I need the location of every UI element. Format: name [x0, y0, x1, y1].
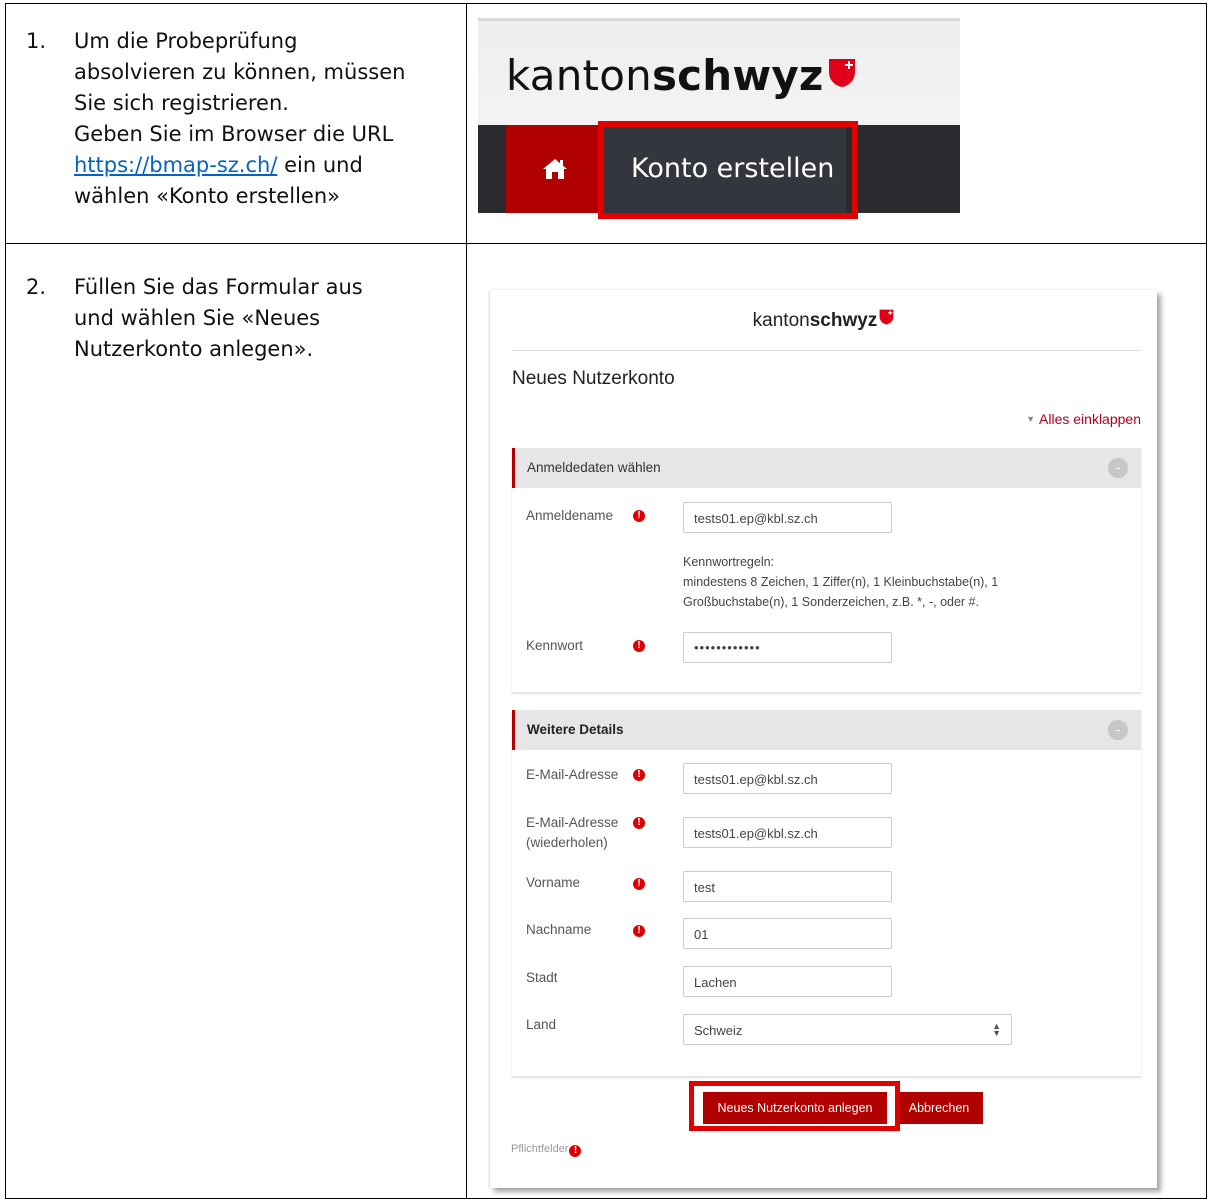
logo-text-regular: kanton — [506, 51, 652, 100]
form-screenshot: kantonschwyz Neues Nutzerkonto ▼ Alles ei… — [490, 290, 1157, 1188]
caret-down-icon: ▼ — [1026, 414, 1036, 424]
step-line: Nutzerkonto anlegen». — [74, 337, 314, 361]
collapse-toggle-icon[interactable]: - — [1108, 720, 1128, 740]
step-line: Geben Sie im Browser die URL — [74, 122, 394, 146]
section-title: Anmeldedaten wählen — [527, 460, 661, 475]
step-number: 1. — [26, 29, 47, 53]
step-line: Um die Probeprüfung — [74, 29, 298, 53]
city-input[interactable]: Lachen — [683, 966, 892, 997]
url-link[interactable]: https://bmap-sz.ch/ — [74, 153, 277, 177]
section-title: Weitere Details — [527, 722, 624, 737]
rules-line: mindestens 8 Zeichen, 1 Ziffer(n), 1 Kle… — [683, 575, 999, 589]
username-label: Anmeldename — [526, 508, 614, 523]
country-select[interactable]: Schweiz ▲ ▼ — [683, 1014, 1012, 1045]
shield-icon — [879, 310, 894, 325]
highlight-frame — [689, 1081, 900, 1131]
label-line: (wiederholen) — [526, 835, 608, 850]
highlight-frame — [598, 121, 858, 219]
home-tab[interactable] — [506, 125, 601, 213]
link-suffix: ein und — [277, 153, 363, 177]
step-line: Sie sich registrieren. — [74, 91, 289, 115]
step-line: absolvieren zu können, müssen — [74, 60, 406, 84]
collapse-all-label: Alles einklappen — [1039, 411, 1141, 427]
country-label: Land — [526, 1017, 557, 1032]
section-header[interactable]: Anmeldedaten wählen - — [512, 448, 1141, 488]
logo-text-bold: schwyz — [651, 51, 824, 100]
site-logo[interactable]: kantonschwyz — [490, 310, 1157, 332]
email-repeat-label: E-Mail-Adresse (wiederholen) — [526, 813, 618, 853]
step-line: und wählen Sie «Neues — [74, 306, 321, 330]
header-divider — [512, 350, 1141, 351]
home-icon — [543, 159, 567, 179]
site-header: kantonschwyz — [478, 18, 960, 125]
logo-text-regular: kanton — [752, 310, 810, 331]
page-title: Neues Nutzerkonto — [512, 368, 675, 389]
email-label: E-Mail-Adresse — [526, 767, 619, 782]
required-note-label: Pflichtfelder — [511, 1143, 569, 1155]
label-line: E-Mail-Adresse — [526, 815, 619, 830]
email-input[interactable]: tests01.ep@kbl.sz.ch — [683, 763, 892, 794]
cancel-button[interactable]: Abbrechen — [895, 1092, 983, 1124]
step-2-text: 2. Füllen Sie das Formular aus und wähle… — [26, 272, 446, 365]
column-divider — [466, 4, 467, 1198]
shield-icon — [828, 58, 855, 87]
required-icon: ! — [633, 925, 645, 937]
row-divider — [6, 243, 1206, 244]
firstname-input[interactable]: test — [683, 871, 892, 902]
city-label: Stadt — [526, 970, 558, 985]
firstname-label: Vorname — [526, 875, 581, 890]
required-icon: ! — [633, 640, 645, 652]
required-icon: ! — [633, 817, 645, 829]
password-label: Kennwort — [526, 638, 584, 653]
section-details: Weitere Details - E-Mail-Adresse ! tests… — [512, 710, 1141, 1076]
section-credentials: Anmeldedaten wählen - Anmeldename ! test… — [512, 448, 1141, 692]
required-icon: ! — [569, 1145, 582, 1157]
step-number: 2. — [26, 275, 47, 299]
required-icon: ! — [633, 510, 645, 522]
lastname-input[interactable]: 01 — [683, 918, 892, 949]
country-select-value: Schweiz — [694, 1023, 743, 1038]
collapse-all-link[interactable]: ▼ Alles einklappen — [1026, 411, 1141, 427]
email-repeat-input[interactable]: tests01.ep@kbl.sz.ch — [683, 817, 892, 848]
rules-line: Großbuchstabe(n), 1 Sonderzeichen, z.B. … — [683, 595, 979, 609]
logo-text-bold: schwyz — [809, 310, 878, 331]
rules-title: Kennwortregeln: — [683, 555, 775, 569]
step-line: Füllen Sie das Formular aus — [74, 275, 363, 299]
password-input[interactable]: •••••••••••• — [683, 632, 892, 663]
site-logo[interactable]: kantonschwyz — [506, 51, 856, 100]
step-1-text: 1. Um die Probeprüfung absolvieren zu kö… — [26, 26, 446, 212]
username-input[interactable]: tests01.ep@kbl.sz.ch — [683, 502, 892, 533]
password-rules: Kennwortregeln: mindestens 8 Zeichen, 1 … — [683, 552, 1123, 612]
select-arrows-icon: ▲ ▼ — [992, 1021, 1001, 1038]
required-icon: ! — [633, 878, 645, 890]
step-line-link: https://bmap-sz.ch/ ein und — [74, 150, 446, 181]
collapse-toggle-icon[interactable]: - — [1108, 458, 1128, 478]
section-header[interactable]: Weitere Details - — [512, 710, 1141, 750]
required-fields-note: Pflichtfelder! — [511, 1143, 582, 1157]
required-icon: ! — [633, 769, 645, 781]
step-line: wählen «Konto erstellen» — [74, 184, 340, 208]
lastname-label: Nachname — [526, 922, 592, 937]
